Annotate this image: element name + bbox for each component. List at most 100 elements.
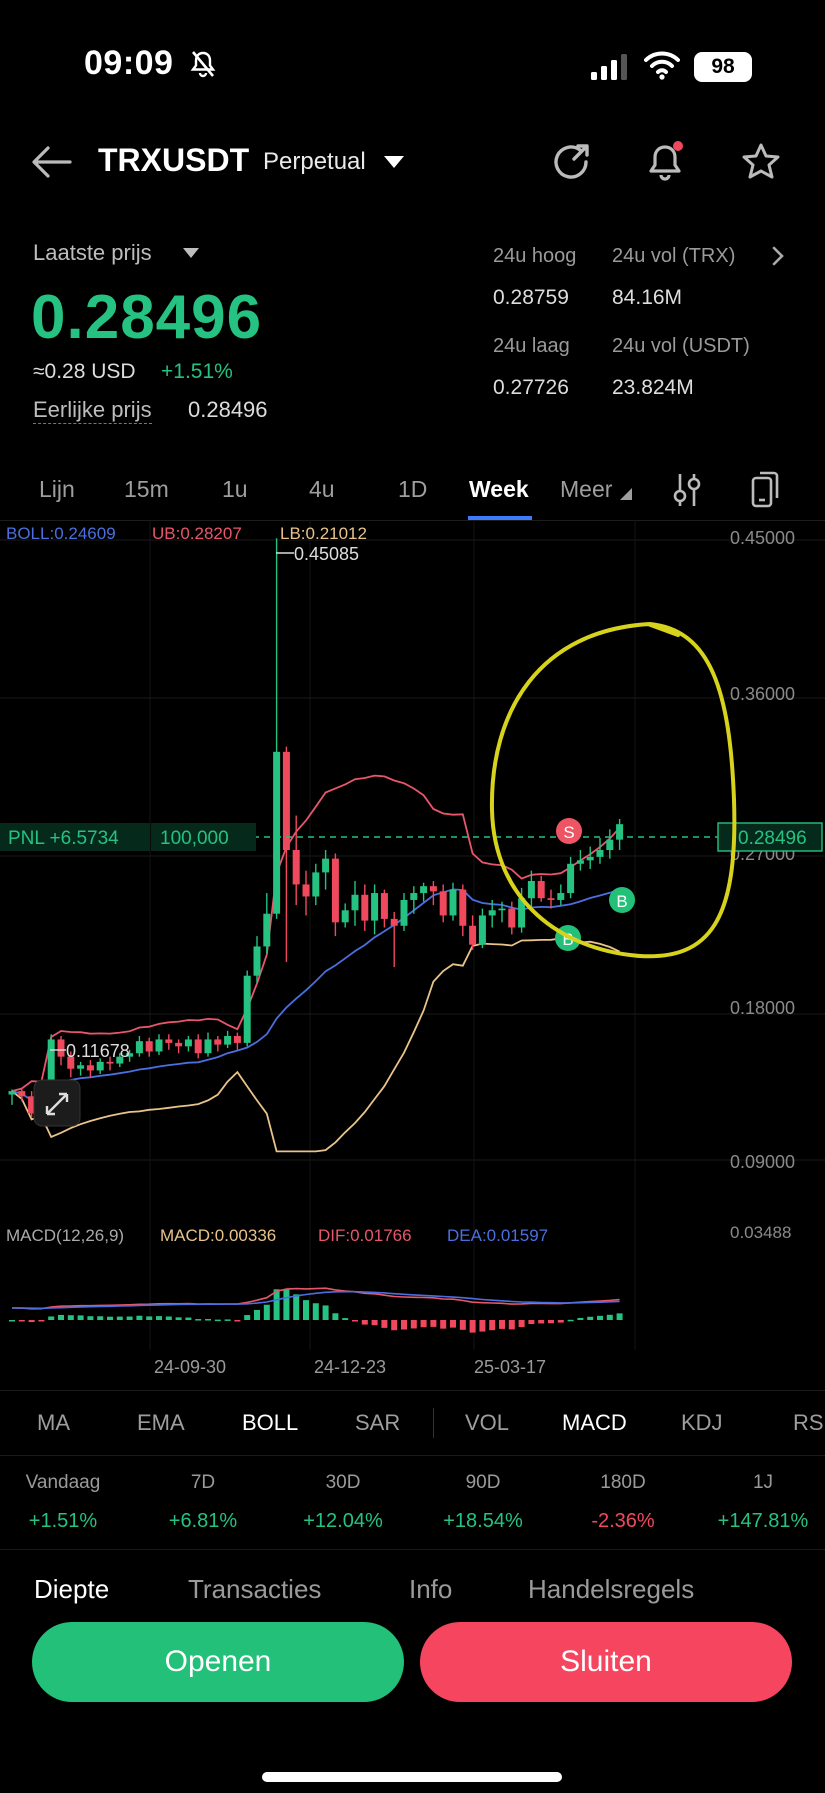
- candle-body-30: [302, 884, 310, 897]
- perf-value-today: +1.51%: [28, 1510, 98, 1532]
- macd-bar-58: [577, 1317, 584, 1320]
- notification-bell-icon[interactable]: [644, 141, 686, 183]
- candle-body-19: [194, 1039, 202, 1054]
- low-24h-label: 24u laag: [493, 335, 570, 357]
- perf-label-7d: 7D: [190, 1472, 216, 1493]
- candle-body-32: [322, 858, 330, 873]
- macd-bar-48: [479, 1320, 486, 1332]
- timeframe-tab-more[interactable]: Meer: [560, 476, 612, 503]
- candle-body-26: [263, 913, 271, 947]
- tab-depth[interactable]: Diepte: [34, 1574, 109, 1605]
- timeframe-tab-4u[interactable]: 4u: [309, 476, 335, 503]
- timeframe-tab-week[interactable]: Week: [469, 476, 529, 503]
- indicator-vol[interactable]: VOL: [465, 1410, 509, 1436]
- indicator-sar[interactable]: SAR: [355, 1410, 400, 1436]
- macd-bar-55: [548, 1320, 554, 1324]
- timeframe-tab-15m[interactable]: 15m: [124, 476, 169, 503]
- price-chart[interactable]: BOLL:0.24609 UB:0.28207 LB:0.21012 0.450…: [0, 520, 825, 1390]
- tab-trading-rules[interactable]: Handelsregels: [528, 1574, 694, 1605]
- open-position-button[interactable]: Openen: [32, 1622, 404, 1702]
- vol-usdt-value: 23.824M: [612, 376, 694, 399]
- candle-body-5: [57, 1039, 65, 1057]
- dea-value-label: DEA:0.01597: [447, 1226, 548, 1245]
- candle-body-41: [410, 893, 418, 900]
- perf-divider: [0, 1549, 825, 1550]
- macd-bar-6: [67, 1315, 74, 1320]
- macd-bar-52: [518, 1320, 525, 1328]
- vol-usdt-label: 24u vol (USDT): [612, 335, 750, 357]
- back-arrow-icon[interactable]: [30, 140, 74, 184]
- high-24h-label: 24u hoog: [493, 245, 577, 267]
- axis-price-5: 0.09000: [730, 1152, 795, 1172]
- indicator-divider-bottom: [0, 1455, 825, 1456]
- candle-body-16: [165, 1039, 173, 1043]
- candle-body-47: [469, 925, 477, 945]
- tab-info[interactable]: Info: [409, 1574, 452, 1605]
- contract-type[interactable]: Perpetual: [263, 148, 366, 176]
- timeframe-tab-1u[interactable]: 1u: [222, 476, 248, 503]
- tab-transactions[interactable]: Transacties: [188, 1574, 321, 1605]
- buy-marker-1-label: B: [616, 892, 627, 911]
- macd-bar-60: [597, 1315, 603, 1320]
- indicator-rs[interactable]: RS: [793, 1410, 824, 1436]
- pnl-label[interactable]: PNL +6.5734: [8, 828, 119, 849]
- indicator-ma[interactable]: MA: [37, 1410, 70, 1436]
- candle-body-44: [439, 891, 447, 916]
- last-price-label[interactable]: Laatste prijs: [33, 240, 152, 266]
- indicator-macd[interactable]: MACD: [562, 1410, 627, 1436]
- indicator-ema[interactable]: EMA: [137, 1410, 185, 1436]
- macd-bar-38: [381, 1320, 388, 1328]
- axis-price-2: 0.36000: [730, 684, 795, 704]
- candle-body-27: [273, 751, 281, 914]
- pair-dropdown-caret-icon[interactable]: [384, 156, 404, 168]
- more-caret-icon[interactable]: [620, 488, 632, 500]
- max-price-label: 0.45085: [294, 544, 359, 564]
- status-time: 09:09: [84, 44, 174, 82]
- macd-bar-32: [322, 1305, 329, 1320]
- pnl-size[interactable]: 100,000: [160, 828, 229, 849]
- switch-view-icon[interactable]: [750, 470, 780, 510]
- macd-bar-3: [38, 1320, 45, 1322]
- macd-bar-0: [9, 1320, 15, 1322]
- last-price-value: 0.28496: [31, 283, 263, 352]
- fair-price-label[interactable]: Eerlijke prijs: [33, 397, 152, 424]
- timeframe-tab-1d[interactable]: 1D: [398, 476, 427, 503]
- chevron-right-icon[interactable]: [770, 246, 786, 266]
- candle-body-25: [253, 946, 261, 976]
- macd-bar-21: [214, 1319, 221, 1322]
- macd-bar-34: [342, 1318, 349, 1320]
- boll-lb-label: LB:0.21012: [280, 524, 367, 543]
- macd-bar-54: [538, 1320, 545, 1324]
- favorite-star-icon[interactable]: [740, 141, 782, 183]
- indicator-settings-icon[interactable]: [672, 472, 702, 508]
- fair-price-value: 0.28496: [188, 397, 268, 422]
- macd-bar-57: [567, 1319, 574, 1322]
- x-label-3: 25-03-17: [474, 1357, 546, 1377]
- macd-bar-11: [116, 1316, 123, 1320]
- macd-bar-20: [205, 1319, 211, 1321]
- battery-indicator: 98: [694, 52, 752, 82]
- macd-bar-8: [87, 1316, 94, 1320]
- candle-body-50: [498, 908, 506, 911]
- price-change-percent: +1.51%: [161, 360, 233, 383]
- close-position-button[interactable]: Sluiten: [420, 1622, 792, 1702]
- share-icon[interactable]: [550, 141, 592, 183]
- macd-bar-22: [224, 1319, 231, 1321]
- candle-body-34: [341, 910, 349, 923]
- candle-body-17: [175, 1042, 183, 1047]
- macd-bar-49: [489, 1320, 496, 1331]
- candle-body-56: [557, 893, 565, 900]
- macd-bar-30: [303, 1300, 309, 1320]
- macd-bar-23: [234, 1320, 241, 1322]
- candle-body-8: [86, 1065, 94, 1071]
- timeframe-tab-line[interactable]: Lijn: [39, 476, 75, 503]
- perf-label-today: Vandaag: [25, 1472, 101, 1493]
- indicator-boll[interactable]: BOLL: [242, 1410, 298, 1436]
- price-type-caret-icon[interactable]: [183, 248, 199, 258]
- perf-value-1j: +147.81%: [717, 1510, 809, 1532]
- pair-symbol[interactable]: TRXUSDT: [98, 142, 249, 179]
- macd-bar-10: [107, 1316, 113, 1320]
- macd-bar-62: [616, 1313, 623, 1320]
- candle-body-33: [331, 858, 339, 923]
- indicator-kdj[interactable]: KDJ: [681, 1410, 723, 1436]
